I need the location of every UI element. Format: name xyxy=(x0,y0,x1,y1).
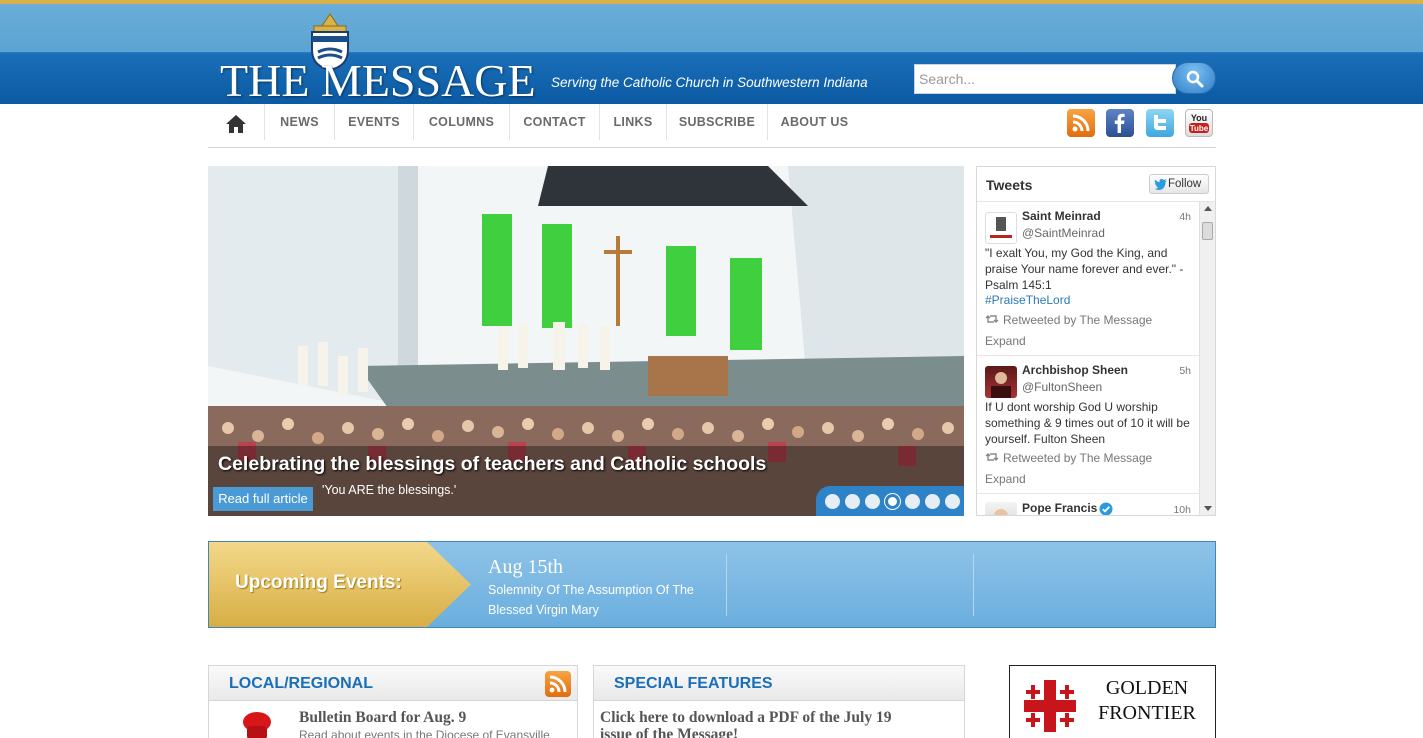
tweet-author-handle[interactable]: @SaintMeinrad xyxy=(1022,226,1105,240)
retweeted-by: Retweeted by The Message xyxy=(1003,451,1153,465)
tweet-author-name[interactable]: Saint Meinrad xyxy=(1022,209,1101,223)
featured-slider[interactable]: Celebrating the blessings of teachers an… xyxy=(208,166,964,516)
section-header: SPECIAL FEATURES xyxy=(594,666,964,701)
section-header: LOCAL/REGIONAL xyxy=(209,666,577,701)
section-title[interactable]: SPECIAL FEATURES xyxy=(614,675,773,693)
rss-icon[interactable] xyxy=(1067,109,1095,137)
tweet-hashtag[interactable]: #PraiseTheLord xyxy=(985,293,1070,307)
site-logo[interactable]: THE MESSAGE xyxy=(220,56,536,106)
ad-text: GOLDEN FRONTIER xyxy=(1092,676,1202,726)
slider-dot[interactable] xyxy=(905,494,920,509)
avatar[interactable] xyxy=(985,502,1017,515)
tweet-author-handle[interactable]: @FultonSheen xyxy=(1022,380,1102,394)
search-button[interactable] xyxy=(1172,62,1216,94)
home-icon[interactable] xyxy=(224,112,248,136)
header-sky-band xyxy=(0,4,1423,52)
tweet-item[interactable]: Archbishop Sheen @FultonSheen 5h If U do… xyxy=(977,356,1199,494)
slide-subtitle: 'You ARE the blessings.' xyxy=(322,483,457,497)
tweet-author-name[interactable]: Archbishop Sheen xyxy=(1022,363,1128,377)
event-title[interactable]: Solemnity Of The Assumption Of The Bless… xyxy=(488,580,728,620)
pushpin-icon xyxy=(243,712,271,738)
search-icon xyxy=(1186,70,1204,88)
slider-dot[interactable] xyxy=(945,494,960,509)
tweets-scrollbar[interactable] xyxy=(1199,202,1215,515)
tweets-header: Tweets Follow xyxy=(977,167,1215,202)
slider-dot[interactable] xyxy=(825,494,840,509)
article-title[interactable]: Click here to download a PDF of the July… xyxy=(600,709,892,727)
retweet-icon xyxy=(985,315,999,323)
svg-text:Tube: Tube xyxy=(1190,124,1209,133)
tweet-item[interactable]: Saint Meinrad @SaintMeinrad 4h "I exalt … xyxy=(977,202,1199,356)
rss-icon[interactable] xyxy=(545,671,571,697)
golden-frontier-ad[interactable]: GOLDEN FRONTIER xyxy=(1009,665,1216,738)
nav-item-news[interactable]: NEWS xyxy=(264,104,334,140)
twitter-icon[interactable] xyxy=(1146,109,1174,137)
ad-line-2: FRONTIER xyxy=(1098,702,1196,724)
scroll-up-arrow-icon[interactable] xyxy=(1204,206,1212,211)
events-divider xyxy=(726,554,727,616)
jerusalem-cross-icon xyxy=(1024,680,1076,732)
youtube-icon[interactable]: You Tube xyxy=(1185,109,1213,137)
tweet-text: If U dont worship God U worship somethin… xyxy=(985,400,1190,446)
event-date[interactable]: Aug 15th xyxy=(488,556,563,579)
slider-dots xyxy=(816,486,964,516)
nav-item-contact[interactable]: CONTACT xyxy=(509,104,599,140)
article-title[interactable]: Bulletin Board for Aug. 9 xyxy=(299,709,466,727)
svg-text:You: You xyxy=(1191,113,1207,123)
section-title[interactable]: LOCAL/REGIONAL xyxy=(229,675,373,693)
local-regional-section: LOCAL/REGIONAL Bulletin Board for Aug. 9… xyxy=(208,665,578,738)
slider-dot-active[interactable] xyxy=(885,494,900,509)
slider-dot[interactable] xyxy=(925,494,940,509)
site-tagline: Serving the Catholic Church in Southwest… xyxy=(551,75,868,90)
read-full-article-button[interactable]: Read full article xyxy=(213,487,313,511)
tweet-text: "I exalt You, my God the King, and prais… xyxy=(985,246,1184,292)
tweet-expand-link[interactable]: Expand xyxy=(985,334,1026,348)
tweet-author-name[interactable]: Pope Francis xyxy=(1022,501,1097,515)
nav-item-subscribe[interactable]: SUBSCRIBE xyxy=(666,104,767,140)
twitter-bird-icon xyxy=(1154,179,1167,190)
retweet-icon xyxy=(985,453,999,461)
slider-dot[interactable] xyxy=(865,494,880,509)
twitter-timeline: Tweets Follow Saint Meinrad @SaintMeinra… xyxy=(976,166,1216,516)
tweet-item[interactable]: Pope Francis 10h xyxy=(977,494,1199,515)
article-summary: Read about events in the Diocese of Evan… xyxy=(299,728,550,738)
search-input[interactable]: Search... xyxy=(914,64,1176,94)
verified-badge-icon xyxy=(1099,502,1113,515)
events-label: Upcoming Events: xyxy=(235,572,402,593)
page: THE MESSAGE Serving the Catholic Church … xyxy=(0,0,1423,738)
scroll-down-arrow-icon[interactable] xyxy=(1204,506,1212,511)
avatar[interactable] xyxy=(985,212,1017,244)
nav-item-columns[interactable]: COLUMNS xyxy=(413,104,509,140)
tweet-time[interactable]: 5h xyxy=(1179,365,1191,377)
avatar[interactable] xyxy=(985,366,1017,398)
nav-item-events[interactable]: EVENTS xyxy=(334,104,413,140)
special-features-section: SPECIAL FEATURES Click here to download … xyxy=(593,665,965,738)
events-divider xyxy=(973,554,974,616)
article-title-continued[interactable]: issue of the Message! xyxy=(600,726,738,738)
slider-dot[interactable] xyxy=(845,494,860,509)
nav-item-about-us[interactable]: ABOUT US xyxy=(767,104,861,140)
upcoming-events-bar: Upcoming Events: Aug 15th Solemnity Of T… xyxy=(208,541,1216,628)
tweet-time[interactable]: 10h xyxy=(1173,504,1191,515)
ad-line-1: GOLDEN xyxy=(1105,677,1189,699)
tweets-title: Tweets xyxy=(986,177,1033,193)
retweeted-by: Retweeted by The Message xyxy=(1003,313,1153,327)
tweet-expand-link[interactable]: Expand xyxy=(985,472,1026,486)
slide-title[interactable]: Celebrating the blessings of teachers an… xyxy=(218,453,766,476)
tweet-time[interactable]: 4h xyxy=(1179,211,1191,223)
nav-item-links[interactable]: LINKS xyxy=(599,104,666,140)
scrollbar-thumb[interactable] xyxy=(1202,222,1213,240)
main-nav: NEWS EVENTS COLUMNS CONTACT LINKS SUBSCR… xyxy=(208,104,1216,148)
facebook-icon[interactable] xyxy=(1106,109,1134,137)
